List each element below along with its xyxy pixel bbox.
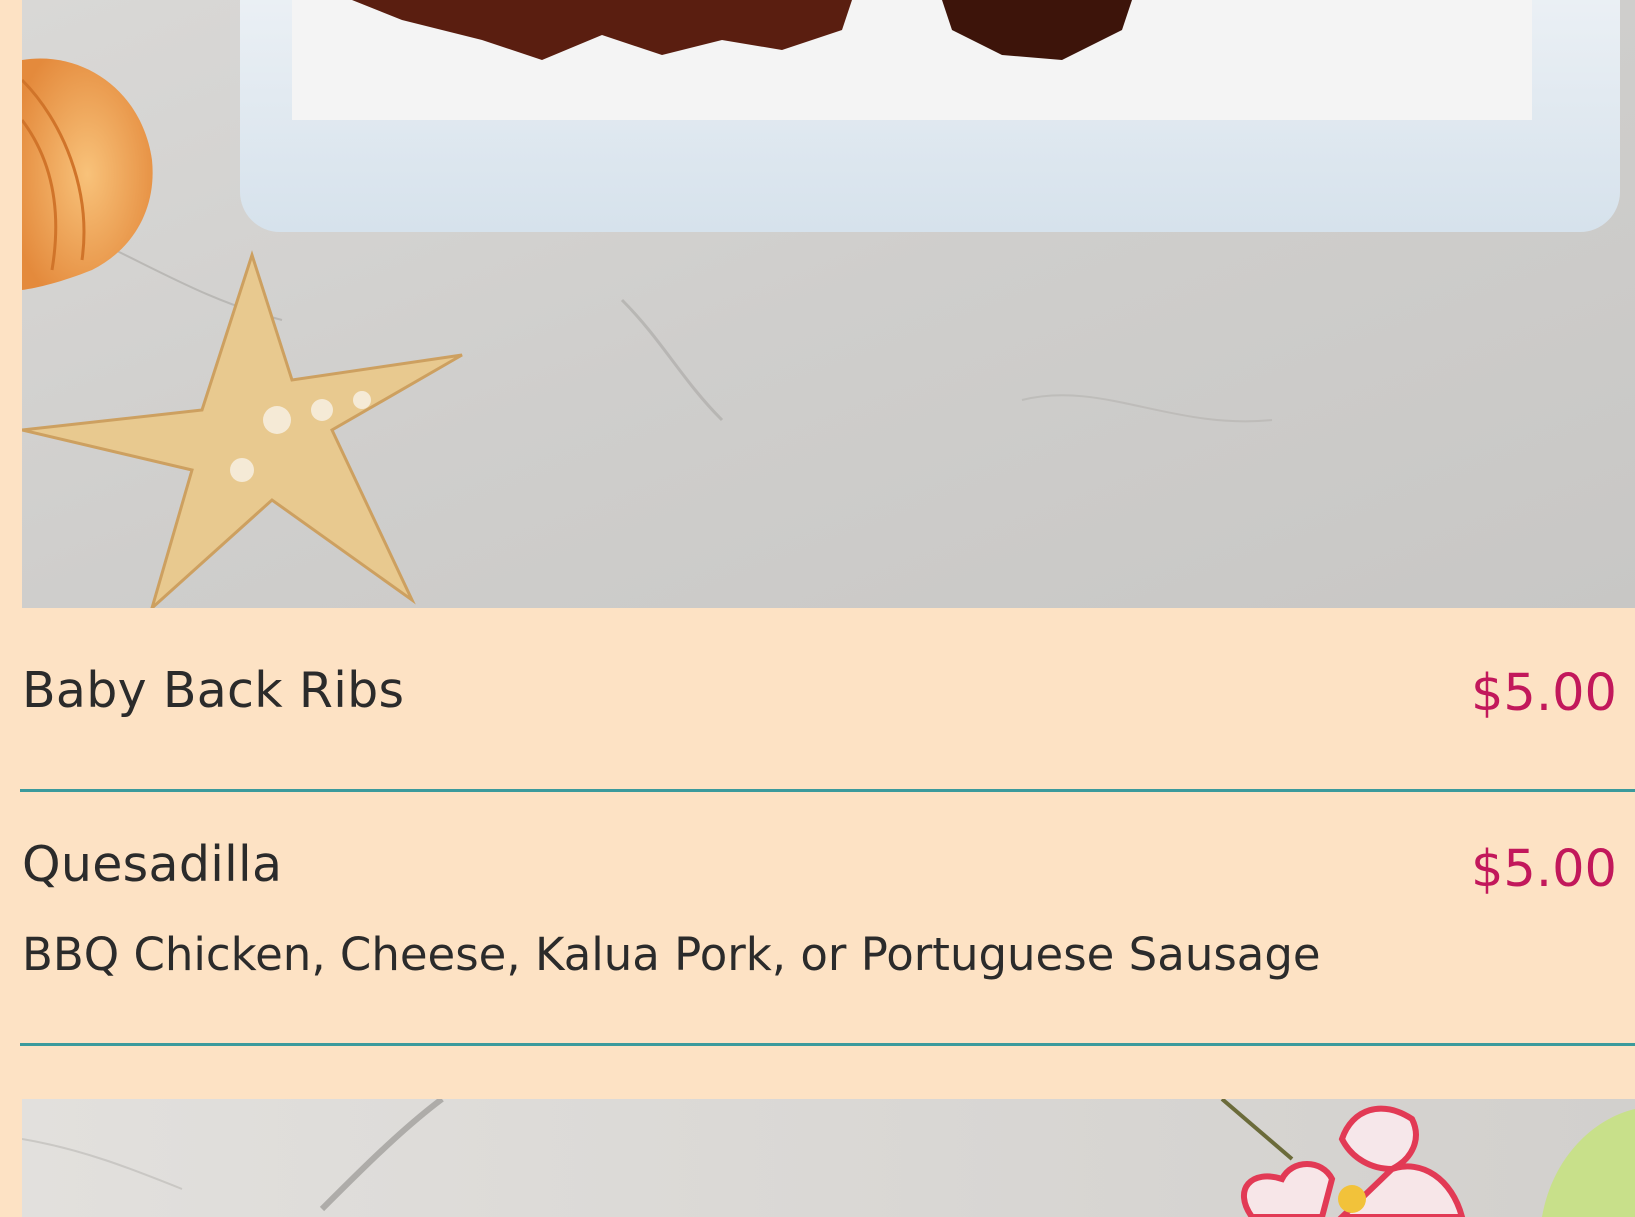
menu-divider bbox=[20, 1043, 1635, 1046]
food-photo-icon bbox=[22, 0, 1635, 608]
food-photo-icon bbox=[22, 1099, 1635, 1217]
item-name: Baby Back Ribs bbox=[22, 662, 405, 719]
item-name: Quesadilla bbox=[22, 836, 283, 893]
item-price: $5.00 bbox=[1470, 664, 1617, 723]
menu-item-quesadilla[interactable]: Quesadilla $5.00 BBQ Chicken, Cheese, Ka… bbox=[22, 792, 1635, 1042]
ribs-photo[interactable] bbox=[22, 0, 1635, 608]
next-item-photo[interactable] bbox=[22, 1099, 1635, 1217]
menu-page: Baby Back Ribs $5.00 Quesadilla $5.00 BB… bbox=[0, 0, 1635, 1217]
item-description: BBQ Chicken, Cheese, Kalua Pork, or Port… bbox=[22, 928, 1321, 981]
item-price: $5.00 bbox=[1470, 840, 1617, 899]
menu-item-baby-back-ribs[interactable]: Baby Back Ribs $5.00 bbox=[22, 608, 1635, 788]
